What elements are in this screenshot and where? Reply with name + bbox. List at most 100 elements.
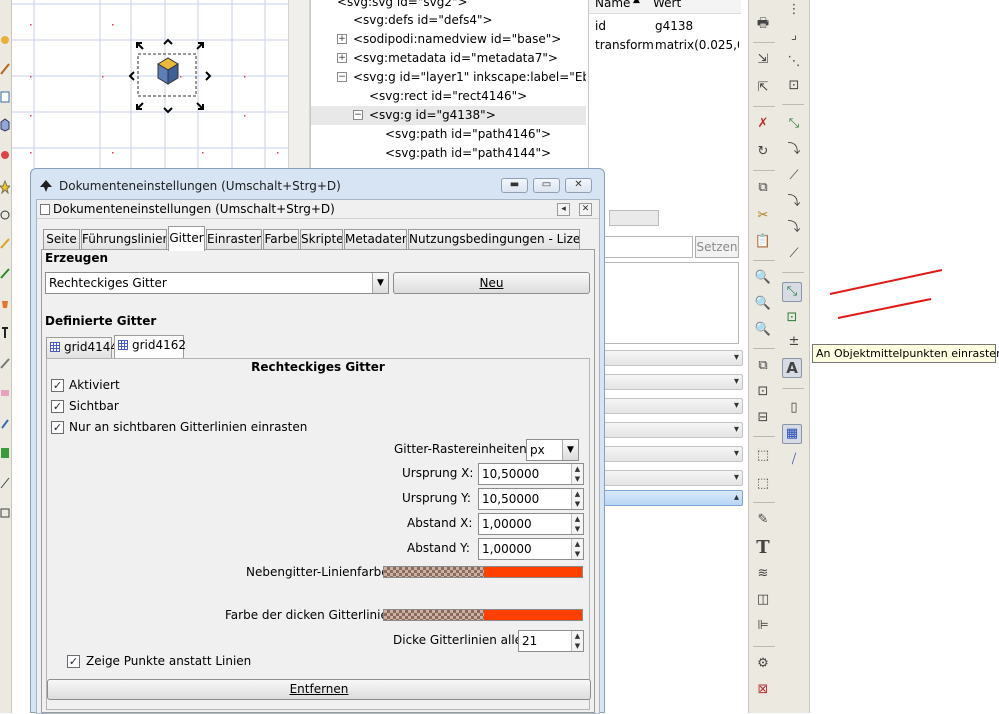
units-select[interactable]: px ▼ (526, 439, 579, 461)
spinner-arrows-icon[interactable]: ▲ ▼ (571, 539, 583, 559)
snap-bbox-midpoints-icon[interactable]: ⊡ (784, 76, 804, 96)
import-icon[interactable]: ⇲ (753, 50, 773, 70)
origin-x-spinner[interactable]: 10,50000 ▲ ▼ (478, 463, 584, 485)
minor-color-button[interactable] (383, 566, 583, 578)
text-tool-icon[interactable] (0, 326, 10, 340)
tab-grid4162[interactable]: grid4162 (114, 335, 186, 358)
canvas-vertical-scrollbar[interactable] (288, 0, 310, 168)
clone-icon[interactable]: ⊡ (753, 382, 773, 402)
window-titlebar[interactable]: Dokumenteneinstellungen (Umschalt+Strg+D… (31, 169, 604, 199)
spinner-arrows-icon[interactable]: ▲ ▼ (571, 464, 583, 484)
zoom-page-icon[interactable]: 🔍 (753, 320, 773, 340)
eraser-tool-icon[interactable] (0, 386, 10, 400)
align-distribute-icon[interactable]: ⊫ (753, 616, 773, 636)
spinner-arrows-icon[interactable]: ▲ ▼ (571, 631, 583, 651)
tab-5[interactable]: Skripte (300, 229, 343, 250)
snap-page-border-icon[interactable]: ▯ (784, 398, 804, 418)
star-tool-icon[interactable] (0, 179, 12, 195)
snap-object-centers-icon[interactable]: ⊡ (782, 308, 802, 328)
tab-7[interactable]: Nutzungsbedingungen - Lizenz (408, 229, 580, 250)
attr-col-name[interactable]: Name (595, 0, 630, 10)
xml-editor-icon[interactable]: ◫ (753, 590, 773, 610)
rectangle-tool-icon[interactable] (0, 90, 10, 104)
attr-col-value[interactable]: Wert (653, 0, 681, 10)
major-every-spinner[interactable]: 21 ▲ ▼ (518, 630, 584, 652)
group-icon[interactable]: ⬚ (753, 446, 773, 466)
spinner-arrows-icon[interactable]: ▲ ▼ (571, 514, 583, 534)
snap-nodes-icon[interactable]: ⤡ (784, 114, 804, 134)
snap-bbox-corners-icon[interactable]: ⋱ (784, 52, 804, 72)
panel-expander-1[interactable]: ▾ (591, 350, 743, 366)
snap-line-midpoints-icon[interactable]: ⟋ (784, 244, 804, 264)
undo-icon[interactable]: ✗ (753, 114, 773, 134)
dropper-tool-icon[interactable] (0, 416, 10, 430)
tab-4[interactable]: Farbe (263, 229, 299, 250)
paste-icon[interactable]: 📋 (753, 232, 773, 252)
panel-expander-5[interactable]: ▾ (591, 446, 743, 462)
minimize-button[interactable]: ▬ (501, 178, 528, 193)
visible-checkbox[interactable]: ✓ (51, 400, 64, 413)
attr-name-transform[interactable]: transform (595, 38, 654, 52)
zoom-selection-icon[interactable]: 🔍 (753, 268, 773, 288)
layers-icon[interactable]: ≋ (753, 564, 773, 584)
copy-icon[interactable]: ⧉ (753, 178, 773, 198)
bucket-tool-icon[interactable] (0, 296, 10, 310)
drawing-canvas[interactable] (12, 0, 288, 168)
xml-node-row[interactable]: <svg:defs id="defs4"> (311, 11, 586, 30)
snap-text-baseline-icon[interactable]: A (782, 358, 802, 378)
snap-cusp-nodes-icon[interactable]: ⤵ (784, 192, 804, 212)
dock-close-button[interactable]: ✕ (579, 203, 592, 216)
xml-node-row[interactable]: + <sodipodi:namedview id="base"> (311, 30, 586, 49)
close-window-button[interactable]: ✕ (565, 178, 592, 193)
fill-stroke-icon[interactable]: ✎ (753, 510, 773, 530)
tab-2[interactable]: Gitter (168, 226, 205, 251)
dock-button[interactable]: ◂ (557, 203, 570, 216)
xml-node-row[interactable]: <svg:rect id="rect4146"> (311, 87, 586, 106)
major-color-button[interactable] (383, 609, 583, 621)
text-font-icon[interactable]: T (753, 538, 773, 558)
attribute-value-input[interactable] (591, 236, 693, 258)
xml-node-row[interactable]: <svg:path id="path4144"> (311, 144, 586, 163)
redo-icon[interactable]: ↻ (753, 142, 773, 162)
connector-tool-icon[interactable] (0, 476, 10, 490)
unlink-clone-icon[interactable]: ⊟ (753, 408, 773, 428)
tab-grid4144[interactable]: grid4144 (46, 337, 118, 358)
zoom-drawing-icon[interactable]: 🔍 (753, 294, 773, 314)
snap-smooth-nodes-icon[interactable]: ⤵ (784, 218, 804, 238)
new-grid-button[interactable]: Neu (393, 272, 590, 294)
enabled-checkbox[interactable]: ✓ (51, 379, 64, 392)
snap-bbox-edges-icon[interactable]: ⌟ (784, 26, 804, 46)
cut-icon[interactable]: ✂ (753, 206, 773, 226)
maximize-button[interactable]: ▭ (533, 178, 560, 193)
xml-editor-tree[interactable]: <svg:svg id="svg2"> <svg:defs id="defs4">… (310, 0, 586, 168)
spacing-y-spinner[interactable]: 1,00000 ▲ ▼ (478, 538, 584, 560)
panel-expander-2[interactable]: ▾ (591, 374, 743, 390)
spiral-tool-icon[interactable] (0, 208, 10, 222)
3d-box-tool-icon[interactable] (0, 118, 10, 132)
panel-expander-active[interactable]: ▴ (591, 490, 743, 506)
origin-y-spinner[interactable]: 10,50000 ▲ ▼ (478, 488, 584, 510)
snap-paths-icon[interactable]: ⤵ (784, 140, 804, 160)
pencil-tool-icon[interactable] (0, 62, 10, 76)
snap-grid-icon[interactable]: ▦ (782, 424, 802, 444)
tab-0[interactable]: Seite (43, 229, 80, 250)
document-properties-icon[interactable]: ⊠ (753, 680, 773, 700)
xml-node-row[interactable]: + <svg:metadata id="metadata7"> (311, 49, 586, 68)
expand-icon[interactable]: + (337, 53, 347, 63)
attribute-value-textarea[interactable] (591, 262, 739, 344)
attr-value-transform[interactable]: matrix(0.025,0,0, (655, 38, 739, 52)
duplicate-icon[interactable]: ⧉ (753, 356, 773, 376)
snap-object-midpoints-icon[interactable]: ⤡ (782, 282, 802, 302)
snap-bbox-icon[interactable]: ⋮ (784, 0, 804, 20)
tab-3[interactable]: Einrasten (206, 229, 262, 250)
gradient-tool-icon[interactable] (0, 446, 10, 460)
spinner-arrows-icon[interactable]: ▲ ▼ (571, 489, 583, 509)
tab-6[interactable]: Metadaten (344, 229, 407, 250)
attr-name-id[interactable]: id (595, 19, 606, 33)
snap-visible-lines-checkbox[interactable]: ✓ (51, 421, 64, 434)
panel-expander-4[interactable]: ▾ (591, 422, 743, 438)
panel-expander-3[interactable]: ▾ (591, 398, 743, 414)
ungroup-icon[interactable]: ⬚ (753, 474, 773, 494)
attributes-horizontal-scrollbar[interactable] (609, 210, 659, 226)
set-attribute-button[interactable]: Setzen (695, 236, 739, 258)
